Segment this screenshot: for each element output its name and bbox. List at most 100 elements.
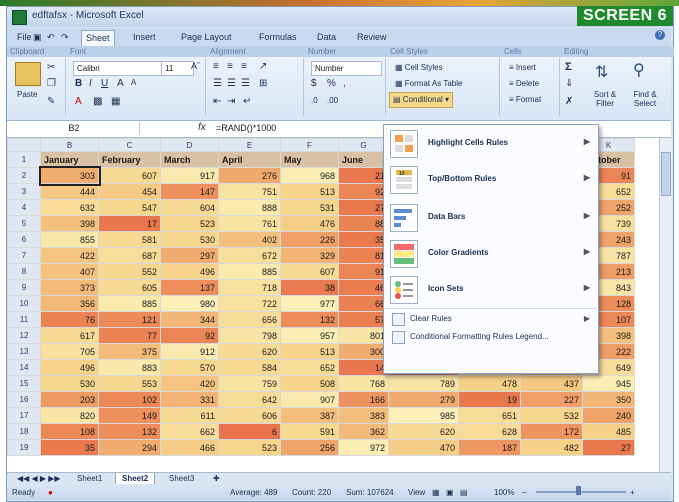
format-as-table-button[interactable]: ▦ Format As Table (391, 76, 466, 92)
data-cell[interactable]: 977 (280, 295, 339, 312)
row-header[interactable]: 11 (7, 311, 41, 328)
data-cell[interactable]: 387 (280, 407, 339, 424)
row-header[interactable]: 1 (7, 151, 41, 168)
data-cell[interactable]: 972 (338, 439, 389, 456)
data-cell[interactable]: 761 (218, 215, 281, 232)
data-cell[interactable]: 620 (218, 343, 281, 360)
data-cell[interactable]: 77 (98, 327, 161, 344)
cell-styles-button[interactable]: ▦ Cell Styles (391, 60, 447, 76)
data-cell[interactable]: 92 (160, 327, 219, 344)
data-cell[interactable]: 132 (98, 423, 161, 440)
data-cell[interactable]: 373 (40, 279, 99, 296)
data-cell[interactable]: 375 (98, 343, 161, 360)
menu-item-highlight-cells-rules[interactable]: Highlight Cells Rules ▶ (384, 126, 596, 160)
data-cell[interactable]: 705 (40, 343, 99, 360)
page-break-view-icon[interactable]: ▤ (460, 488, 468, 497)
data-cell[interactable]: 620 (388, 423, 459, 440)
data-cell[interactable]: 14 (338, 359, 389, 376)
borders-icon[interactable]: ▦ (111, 96, 120, 107)
autosum-icon[interactable]: Σ (565, 61, 572, 73)
tab-page-layout[interactable]: Page Layout (177, 30, 236, 45)
sort-filter-icon[interactable]: ⇅ (595, 62, 608, 82)
data-cell[interactable]: 855 (40, 231, 99, 248)
data-cell[interactable]: 362 (338, 423, 389, 440)
menu-item-manage-rules[interactable]: Conditional Formatting Rules Legend... (384, 329, 596, 345)
data-cell[interactable]: 530 (40, 375, 99, 392)
normal-view-icon[interactable]: ▦ (432, 488, 440, 497)
row-header[interactable]: 15 (7, 375, 41, 392)
data-cell[interactable]: 885 (98, 295, 161, 312)
data-cell[interactable]: 532 (520, 407, 583, 424)
data-cell[interactable]: 256 (280, 439, 339, 456)
month-header-cell[interactable]: February (98, 151, 161, 168)
data-cell[interactable]: 27 (582, 439, 635, 456)
row-header[interactable]: 17 (7, 407, 41, 424)
row-header[interactable]: 8 (7, 263, 41, 280)
data-cell[interactable]: 407 (40, 263, 99, 280)
data-cell[interactable]: 6 (218, 423, 281, 440)
data-cell[interactable]: 149 (98, 407, 161, 424)
data-cell[interactable]: 801 (338, 327, 389, 344)
currency-icon[interactable]: $ (311, 78, 317, 89)
merge-center-icon[interactable]: ⊞ (259, 78, 267, 89)
data-cell[interactable]: 672 (218, 247, 281, 264)
data-cell[interactable]: 240 (582, 407, 635, 424)
data-cell[interactable]: 108 (40, 423, 99, 440)
data-cell[interactable]: 187 (458, 439, 521, 456)
data-cell[interactable]: 476 (280, 215, 339, 232)
data-cell[interactable]: 294 (98, 439, 161, 456)
data-cell[interactable]: 496 (160, 263, 219, 280)
tab-data[interactable]: Data (313, 30, 340, 45)
data-cell[interactable]: 768 (338, 375, 389, 392)
number-format-combo[interactable]: Number (311, 61, 382, 76)
data-cell[interactable]: 422 (40, 247, 99, 264)
data-cell[interactable]: 798 (218, 327, 281, 344)
row-header[interactable]: 12 (7, 327, 41, 344)
data-cell[interactable]: 454 (98, 183, 161, 200)
zoom-level[interactable]: 100% (494, 488, 514, 497)
data-cell[interactable]: 530 (160, 231, 219, 248)
insert-sheet-icon[interactable]: ✚ (207, 473, 226, 484)
data-cell[interactable]: 985 (388, 407, 459, 424)
tab-review[interactable]: Review (353, 30, 391, 45)
row-header[interactable]: 14 (7, 359, 41, 376)
data-cell[interactable]: 885 (218, 263, 281, 280)
row-header[interactable]: 3 (7, 183, 41, 200)
data-cell[interactable]: 552 (98, 263, 161, 280)
grow-font-icon[interactable]: Aˆ (191, 61, 200, 71)
data-cell[interactable]: 606 (218, 407, 281, 424)
data-cell[interactable]: 888 (218, 199, 281, 216)
data-cell[interactable]: 344 (160, 311, 219, 328)
align-right-icon[interactable]: ☰ (241, 78, 250, 89)
row-header[interactable]: 7 (7, 247, 41, 264)
column-header[interactable]: F (280, 138, 339, 152)
align-top-icon[interactable]: ≡ (213, 61, 219, 72)
macro-record-icon[interactable]: ● (48, 488, 53, 497)
comma-icon[interactable]: , (343, 78, 346, 89)
data-cell[interactable]: 883 (98, 359, 161, 376)
data-cell[interactable]: 607 (98, 167, 161, 184)
data-cell[interactable]: 350 (582, 391, 635, 408)
data-cell[interactable]: 553 (98, 375, 161, 392)
paste-icon[interactable] (15, 62, 41, 86)
data-cell[interactable]: 581 (98, 231, 161, 248)
data-cell[interactable]: 303 (38, 165, 101, 186)
data-cell[interactable]: 356 (40, 295, 99, 312)
column-header[interactable]: E (218, 138, 281, 152)
data-cell[interactable]: 751 (218, 183, 281, 200)
menu-item-data-bars[interactable]: Data Bars ▶ (384, 200, 596, 234)
month-header-cell[interactable]: April (218, 151, 281, 168)
menu-item-icon-sets[interactable]: Icon Sets ▶ (384, 272, 596, 306)
name-box[interactable]: B2 (9, 122, 140, 135)
data-cell[interactable]: 642 (218, 391, 281, 408)
data-cell[interactable]: 482 (520, 439, 583, 456)
data-cell[interactable]: 687 (98, 247, 161, 264)
data-cell[interactable]: 35 (338, 231, 389, 248)
orientation-icon[interactable]: ↗ (259, 61, 267, 72)
row-header[interactable]: 5 (7, 215, 41, 232)
percent-icon[interactable]: % (327, 78, 336, 89)
data-cell[interactable]: 513 (280, 343, 339, 360)
data-cell[interactable]: 88 (338, 215, 389, 232)
data-cell[interactable]: 137 (160, 279, 219, 296)
data-cell[interactable]: 945 (582, 375, 635, 392)
